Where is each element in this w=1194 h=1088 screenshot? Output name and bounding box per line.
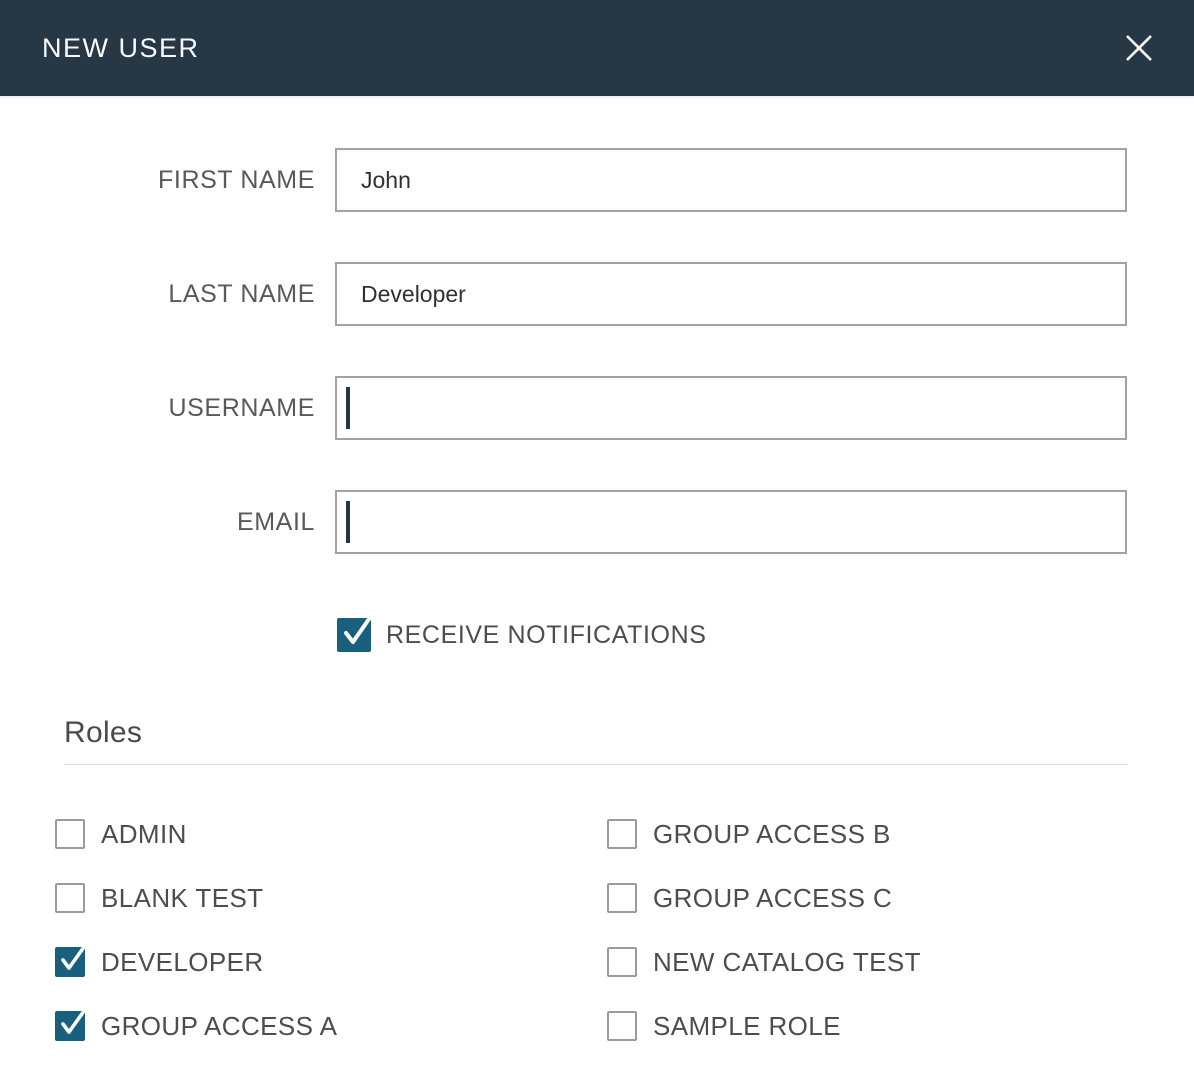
- role-label[interactable]: DEVELOPER: [101, 947, 264, 978]
- role-checkbox-group-access-c[interactable]: [607, 883, 637, 913]
- role-checkbox-developer[interactable]: [55, 947, 85, 977]
- receive-notifications-checkbox[interactable]: [337, 618, 371, 652]
- role-item-group-access-c: GROUP ACCESS C: [607, 883, 1194, 913]
- close-button[interactable]: [1112, 21, 1166, 75]
- text-cursor: [346, 387, 350, 429]
- role-label[interactable]: GROUP ACCESS C: [653, 883, 892, 914]
- roles-heading: Roles: [64, 716, 1194, 750]
- text-cursor: [346, 501, 350, 543]
- username-field[interactable]: [335, 376, 1127, 440]
- role-checkbox-blank-test[interactable]: [55, 883, 85, 913]
- roles-list: ADMIN BLANK TEST DEVELOPER GROUP ACCESS …: [55, 819, 1194, 1041]
- first-name-row: FIRST NAME John: [0, 148, 1194, 212]
- username-row: USERNAME: [0, 376, 1194, 440]
- role-checkbox-admin[interactable]: [55, 819, 85, 849]
- close-icon: [1119, 28, 1159, 68]
- role-item-blank-test: BLANK TEST: [55, 883, 607, 913]
- role-label[interactable]: GROUP ACCESS A: [101, 1011, 337, 1042]
- first-name-value: John: [361, 167, 411, 194]
- role-item-group-access-b: GROUP ACCESS B: [607, 819, 1194, 849]
- role-item-group-access-a: GROUP ACCESS A: [55, 1011, 607, 1041]
- role-label[interactable]: ADMIN: [101, 819, 187, 850]
- role-checkbox-new-catalog-test[interactable]: [607, 947, 637, 977]
- role-item-admin: ADMIN: [55, 819, 607, 849]
- role-item-new-catalog-test: NEW CATALOG TEST: [607, 947, 1194, 977]
- role-label[interactable]: SAMPLE ROLE: [653, 1011, 841, 1042]
- first-name-field[interactable]: John: [335, 148, 1127, 212]
- first-name-label: FIRST NAME: [0, 166, 315, 195]
- roles-divider: [64, 764, 1128, 765]
- last-name-field[interactable]: Developer: [335, 262, 1127, 326]
- modal-header: NEW USER: [0, 0, 1194, 96]
- role-checkbox-group-access-b[interactable]: [607, 819, 637, 849]
- role-item-sample-role: SAMPLE ROLE: [607, 1011, 1194, 1041]
- email-row: EMAIL: [0, 490, 1194, 554]
- role-checkbox-group-access-a[interactable]: [55, 1011, 85, 1041]
- new-user-form: FIRST NAME John LAST NAME Developer USER…: [0, 96, 1194, 652]
- email-field[interactable]: [335, 490, 1127, 554]
- receive-notifications-label[interactable]: RECEIVE NOTIFICATIONS: [386, 621, 707, 650]
- role-label[interactable]: NEW CATALOG TEST: [653, 947, 921, 978]
- last-name-label: LAST NAME: [0, 280, 315, 309]
- last-name-row: LAST NAME Developer: [0, 262, 1194, 326]
- modal-title: NEW USER: [42, 33, 200, 64]
- username-label: USERNAME: [0, 394, 315, 423]
- email-label: EMAIL: [0, 508, 315, 537]
- role-label[interactable]: BLANK TEST: [101, 883, 263, 914]
- role-checkbox-sample-role[interactable]: [607, 1011, 637, 1041]
- last-name-value: Developer: [361, 281, 466, 308]
- role-label[interactable]: GROUP ACCESS B: [653, 819, 891, 850]
- role-item-developer: DEVELOPER: [55, 947, 607, 977]
- receive-notifications-row: RECEIVE NOTIFICATIONS: [337, 618, 1194, 652]
